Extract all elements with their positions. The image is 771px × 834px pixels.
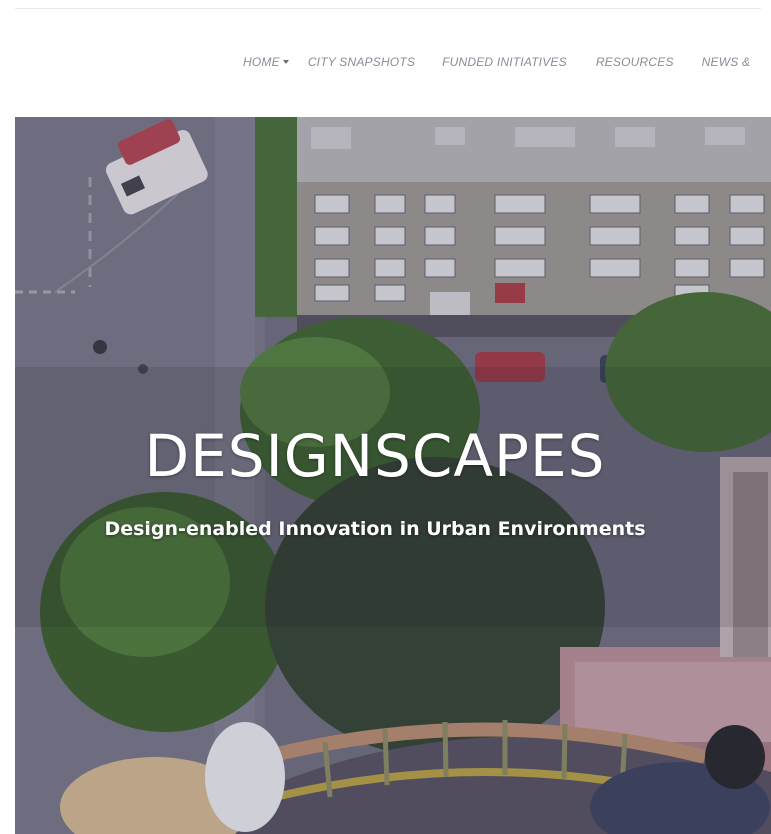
- page: HOME CITY SNAPSHOTS FUNDED INITIATIVES R…: [0, 0, 771, 834]
- caret-down-icon: [282, 60, 289, 64]
- nav-item-city-snapshots-label: CITY SNAPSHOTS: [307, 55, 416, 69]
- hero-banner: DESIGNSCAPES Design-enabled Innovation i…: [15, 117, 771, 834]
- nav-item-resources-label: RESOURCES: [595, 55, 674, 69]
- nav-item-home[interactable]: HOME: [243, 55, 289, 69]
- nav-item-home-label: HOME: [243, 55, 280, 69]
- nav-item-news[interactable]: NEWS &: [702, 55, 751, 69]
- top-divider: [15, 8, 761, 9]
- main-navigation: HOME CITY SNAPSHOTS FUNDED INITIATIVES R…: [15, 45, 771, 79]
- hero-title: DESIGNSCAPES: [144, 422, 606, 490]
- nav-item-funded-initiatives[interactable]: FUNDED INITIATIVES: [442, 55, 567, 69]
- nav-item-city-snapshots[interactable]: CITY SNAPSHOTS: [308, 55, 415, 69]
- nav-item-funded-initiatives-label: FUNDED INITIATIVES: [442, 55, 567, 69]
- nav-item-news-label: NEWS &: [701, 55, 751, 69]
- nav-item-resources[interactable]: RESOURCES: [596, 55, 674, 69]
- hero-subtitle: Design-enabled Innovation in Urban Envir…: [104, 518, 646, 540]
- nav-menu: HOME CITY SNAPSHOTS FUNDED INITIATIVES R…: [243, 45, 750, 79]
